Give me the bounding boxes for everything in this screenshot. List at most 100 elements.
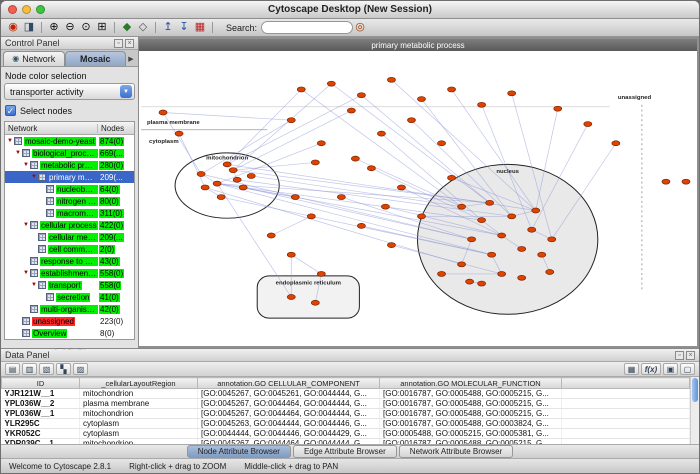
graph-node[interactable]: [478, 218, 486, 223]
delete-attribute-icon[interactable]: ▧: [39, 363, 54, 375]
import-attribute-table-icon[interactable]: ▦: [624, 363, 639, 375]
import-network-icon[interactable]: ↥: [161, 21, 175, 35]
graph-node[interactable]: [229, 168, 237, 173]
graph-node[interactable]: [377, 131, 385, 136]
tree-item[interactable]: cellular metabo...209(...: [5, 231, 134, 243]
zoom-selected-region-icon[interactable]: ⊙: [79, 21, 93, 35]
tree-item[interactable]: ▼transport558(0: [5, 279, 134, 291]
table-row[interactable]: YPL036W__2plasma membrane[GO:0045267, GO…: [2, 399, 690, 409]
table-row[interactable]: YJR121W__1mitochondrion[GO:0045267, GO:0…: [2, 389, 690, 399]
graph-node[interactable]: [307, 214, 315, 219]
tree-item[interactable]: nitrogen compo...80(0): [5, 195, 134, 207]
graph-node[interactable]: [175, 131, 183, 136]
float-datapanel-icon[interactable]: ▫: [675, 351, 684, 360]
clear-table-icon[interactable]: ▨: [73, 363, 88, 375]
select-attributes-icon[interactable]: ▤: [5, 363, 20, 375]
select-first-neighbors-icon[interactable]: ◆: [120, 21, 134, 35]
expander-icon[interactable]: ▼: [22, 270, 30, 276]
network-canvas[interactable]: mitochondrionnucleusendoplasmic reticulu…: [139, 51, 697, 346]
tab-scroll-right-icon[interactable]: ▶: [126, 55, 136, 63]
network-overview-icon[interactable]: ◇: [136, 21, 150, 35]
graph-node[interactable]: [612, 141, 620, 146]
network-graph[interactable]: mitochondrionnucleusendoplasmic reticulu…: [139, 51, 697, 346]
graph-node[interactable]: [417, 97, 425, 102]
graph-node[interactable]: [397, 185, 405, 190]
tab-network-attribute-browser[interactable]: Network Attribute Browser: [399, 445, 513, 458]
save-session-icon[interactable]: ◨: [22, 21, 36, 35]
graph-node[interactable]: [682, 179, 690, 184]
minimize-window-button[interactable]: [22, 5, 31, 14]
zoom-out-icon[interactable]: ⊖: [63, 21, 77, 35]
graph-node[interactable]: [351, 156, 359, 161]
graph-node[interactable]: [287, 118, 295, 123]
graph-node[interactable]: [197, 171, 205, 176]
tree-item[interactable]: ▼primary metab...209(...: [5, 171, 134, 183]
graph-node[interactable]: [311, 300, 319, 305]
graph-node[interactable]: [486, 200, 494, 205]
close-panel-icon[interactable]: ×: [125, 39, 134, 48]
graph-node[interactable]: [317, 271, 325, 276]
expander-icon[interactable]: ▼: [30, 282, 38, 288]
tree-item[interactable]: Overview8(0): [5, 327, 134, 339]
graph-node[interactable]: [584, 122, 592, 127]
graph-node[interactable]: [662, 179, 670, 184]
tree-item[interactable]: ▼cellular process422(0): [5, 219, 134, 231]
graph-node[interactable]: [287, 294, 295, 299]
graph-node[interactable]: [201, 185, 209, 190]
tree-item[interactable]: unassigned223(0): [5, 315, 134, 327]
tree-item[interactable]: nucleobase...64(0): [5, 183, 134, 195]
graph-node[interactable]: [458, 262, 466, 267]
graph-node[interactable]: [458, 204, 466, 209]
graph-node[interactable]: [478, 281, 486, 286]
graph-node[interactable]: [438, 141, 446, 146]
graph-node[interactable]: [311, 160, 319, 165]
open-attribute-icon[interactable]: ▣: [663, 363, 678, 375]
graph-node[interactable]: [518, 275, 526, 280]
node-color-select[interactable]: transporter activity ▼: [4, 83, 135, 100]
graph-node[interactable]: [488, 252, 496, 257]
graph-node[interactable]: [438, 271, 446, 276]
expander-icon[interactable]: ▼: [22, 222, 30, 228]
graph-node[interactable]: [532, 208, 540, 213]
graph-node[interactable]: [247, 173, 255, 178]
graph-node[interactable]: [387, 77, 395, 82]
graph-node[interactable]: [466, 279, 474, 284]
tab-network[interactable]: ◉ Network: [3, 51, 65, 66]
tree-item[interactable]: response to stimul...43(0): [5, 255, 134, 267]
graph-node[interactable]: [448, 87, 456, 92]
advanced-search-icon[interactable]: ◎: [353, 21, 367, 35]
tree-item[interactable]: ▼biological_process669(...: [5, 147, 134, 159]
graph-node[interactable]: [337, 195, 345, 200]
graph-node[interactable]: [548, 237, 556, 242]
graph-node[interactable]: [217, 195, 225, 200]
graph-node[interactable]: [478, 102, 486, 107]
column-header[interactable]: ID: [2, 378, 80, 389]
graph-node[interactable]: [381, 204, 389, 209]
graph-node[interactable]: [367, 166, 375, 171]
column-header[interactable]: _cellularLayoutRegion: [80, 378, 198, 389]
graph-node[interactable]: [518, 246, 526, 251]
tree-item[interactable]: ▼mosaic-demo-yeast874(0): [5, 135, 134, 147]
graph-node[interactable]: [267, 233, 275, 238]
expander-icon[interactable]: ▼: [22, 162, 30, 168]
float-panel-icon[interactable]: ▫: [114, 39, 123, 48]
graph-node[interactable]: [291, 195, 299, 200]
tree-item[interactable]: secretion41(0): [5, 291, 134, 303]
column-header[interactable]: annotation.GO MOLECULAR_FUNCTION: [380, 378, 562, 389]
match-attribute-icon[interactable]: ▚: [56, 363, 71, 375]
expander-icon[interactable]: ▼: [30, 174, 38, 180]
tab-mosaic[interactable]: Mosaic: [65, 51, 127, 66]
column-header[interactable]: annotation.GO CELLULAR_COMPONENT: [198, 378, 380, 389]
graph-node[interactable]: [417, 214, 425, 219]
graph-node[interactable]: [347, 108, 355, 113]
vizmapper-icon[interactable]: ▦: [193, 21, 207, 35]
graph-node[interactable]: [297, 87, 305, 92]
select-nodes-checkbox[interactable]: ✓: [5, 105, 16, 116]
tree-item[interactable]: ▼metabolic process280(0): [5, 159, 134, 171]
graph-node[interactable]: [317, 141, 325, 146]
select-nodes-option[interactable]: ✓ Select nodes: [5, 105, 134, 116]
new-network-icon[interactable]: ◉: [6, 21, 20, 35]
close-datapanel-icon[interactable]: ×: [686, 351, 695, 360]
tree-item[interactable]: multi-organism pro...42(0): [5, 303, 134, 315]
import-attributes-icon[interactable]: ↧: [177, 21, 191, 35]
